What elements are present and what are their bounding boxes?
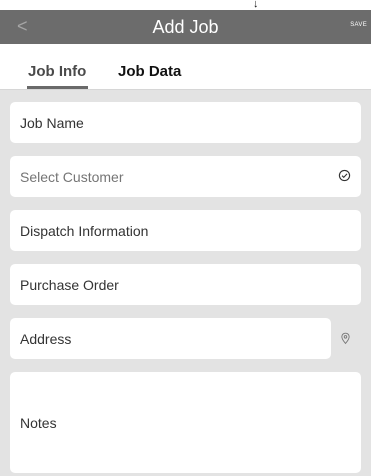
notes-label: Notes (20, 415, 57, 431)
tab-bar: Job Info Job Data (0, 44, 371, 90)
job-name-label: Job Name (20, 115, 84, 131)
save-button[interactable]: SAVE (350, 22, 367, 28)
select-customer-placeholder: Select Customer (20, 169, 124, 185)
app-header: < Add Job SAVE (0, 10, 371, 44)
notes-field[interactable]: Notes (10, 372, 361, 473)
job-name-field[interactable]: Job Name (10, 102, 361, 143)
address-field[interactable]: Address (10, 318, 331, 359)
down-arrow-icon: ↓ (253, 0, 259, 10)
status-strip: ↓ (0, 0, 371, 10)
check-circle-icon (338, 169, 351, 182)
address-label: Address (20, 331, 72, 347)
tab-job-data[interactable]: Job Data (118, 63, 181, 81)
active-tab-indicator (27, 86, 88, 89)
page-title: Add Job (152, 17, 219, 37)
select-customer-field[interactable]: Select Customer (10, 156, 361, 197)
tab-job-info[interactable]: Job Info (28, 63, 86, 81)
purchase-order-label: Purchase Order (20, 277, 119, 293)
form-container: Job Name Select Customer Dispatch Inform… (0, 90, 371, 476)
map-pin-icon[interactable] (340, 332, 351, 345)
purchase-order-field[interactable]: Purchase Order (10, 264, 361, 305)
dispatch-information-label: Dispatch Information (20, 223, 149, 239)
dispatch-information-field[interactable]: Dispatch Information (10, 210, 361, 251)
